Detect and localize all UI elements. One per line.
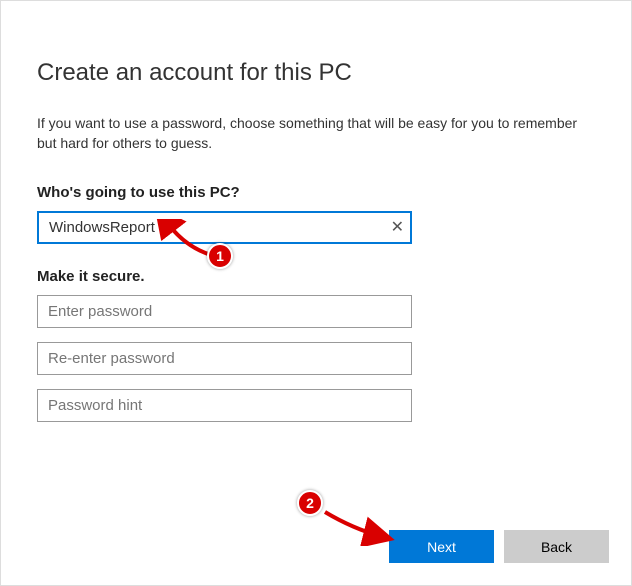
page-description: If you want to use a password, choose so… — [37, 113, 595, 154]
password-hint-input[interactable] — [37, 389, 412, 422]
next-button[interactable]: Next — [389, 530, 494, 563]
page-title: Create an account for this PC — [37, 59, 595, 87]
secure-label: Make it secure. — [37, 268, 595, 285]
password-input[interactable] — [37, 295, 412, 328]
annotation-arrow-2 — [317, 504, 397, 546]
clear-icon[interactable]: ✕ — [391, 217, 404, 237]
back-button[interactable]: Back — [504, 530, 609, 563]
username-label: Who's going to use this PC? — [37, 184, 595, 201]
annotation-badge-2: 2 — [297, 490, 323, 516]
reenter-password-input[interactable] — [37, 342, 412, 375]
username-field-wrap: ✕ — [37, 211, 412, 244]
username-input[interactable] — [37, 211, 412, 244]
